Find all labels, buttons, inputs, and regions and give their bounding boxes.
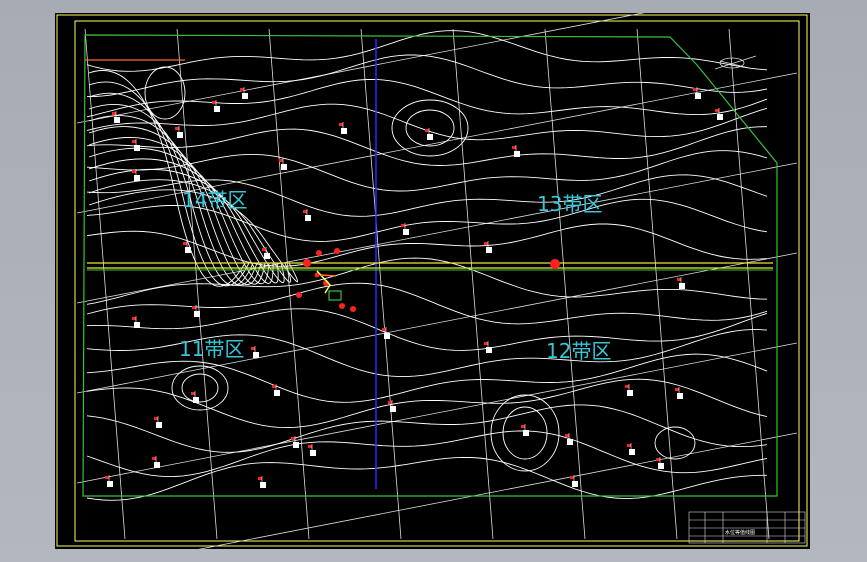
well-symbol bbox=[382, 327, 390, 339]
well-symbol bbox=[291, 436, 299, 448]
contour-line bbox=[86, 353, 768, 403]
north-arrow-icon bbox=[714, 55, 757, 70]
contour-loop bbox=[181, 373, 219, 403]
well-symbol bbox=[625, 384, 633, 396]
contour-line bbox=[86, 430, 768, 478]
contour-line bbox=[86, 456, 767, 501]
well-symbol bbox=[152, 456, 160, 468]
well-symbol bbox=[240, 87, 248, 99]
drawing-canvas[interactable]: 14带区 13带区 11带区 12带区 水位等值线图 bbox=[55, 13, 810, 549]
well-symbol bbox=[132, 169, 140, 181]
well-symbol bbox=[105, 475, 113, 487]
well-symbol bbox=[715, 108, 723, 120]
grid-line bbox=[636, 28, 678, 540]
contour-map: 14带区 13带区 11带区 12带区 水位等值线图 bbox=[56, 13, 808, 549]
well-symbol bbox=[484, 341, 492, 353]
grid-line bbox=[544, 28, 586, 540]
contour-loop bbox=[171, 365, 229, 411]
grid-line bbox=[360, 28, 402, 540]
grid-line bbox=[452, 28, 494, 540]
contour-loop bbox=[391, 99, 469, 157]
well-symbol bbox=[565, 433, 573, 445]
cad-viewport[interactable]: 14带区 13带区 11带区 12带区 水位等值线图 bbox=[0, 0, 867, 562]
red-markers bbox=[296, 248, 560, 312]
well-symbol bbox=[677, 277, 685, 289]
well-symbol bbox=[512, 145, 520, 157]
zone-label-13: 13带区 bbox=[537, 192, 602, 216]
well-symbol bbox=[303, 209, 311, 221]
zone-label-14: 14带区 bbox=[182, 188, 247, 212]
well-symbol bbox=[521, 424, 529, 436]
well-symbol bbox=[175, 126, 183, 138]
contour-line bbox=[86, 78, 768, 118]
outer-frame bbox=[56, 14, 808, 547]
well-symbol bbox=[388, 400, 396, 412]
well-symbol bbox=[308, 444, 316, 456]
well-symbol bbox=[339, 122, 347, 134]
well-symbol bbox=[484, 241, 492, 253]
title-block-name: 水位等值线图 bbox=[725, 529, 755, 536]
zone-label-12: 12带区 bbox=[546, 339, 611, 363]
contour-loop bbox=[144, 66, 186, 120]
contour-loop bbox=[405, 109, 455, 147]
well-symbol bbox=[258, 476, 266, 488]
central-road bbox=[87, 262, 773, 271]
title-block bbox=[688, 511, 806, 544]
well-symbol bbox=[154, 416, 162, 428]
zone-label-11: 11带区 bbox=[179, 337, 244, 361]
well-symbol bbox=[183, 241, 191, 253]
well-symbol bbox=[570, 475, 578, 487]
well-symbol bbox=[627, 443, 635, 455]
well-symbol bbox=[112, 111, 120, 123]
well-symbol bbox=[425, 128, 433, 140]
well-symbol bbox=[132, 139, 140, 151]
inner-frame bbox=[74, 20, 800, 542]
grid-line bbox=[76, 13, 645, 124]
well-symbol bbox=[251, 346, 259, 358]
grid-line bbox=[76, 252, 798, 394]
well-symbol bbox=[132, 316, 140, 328]
well-symbol bbox=[675, 387, 683, 399]
contour-lines bbox=[86, 30, 768, 501]
well-symbol bbox=[272, 384, 280, 396]
well-symbol bbox=[212, 100, 220, 112]
grid-line bbox=[76, 342, 798, 484]
